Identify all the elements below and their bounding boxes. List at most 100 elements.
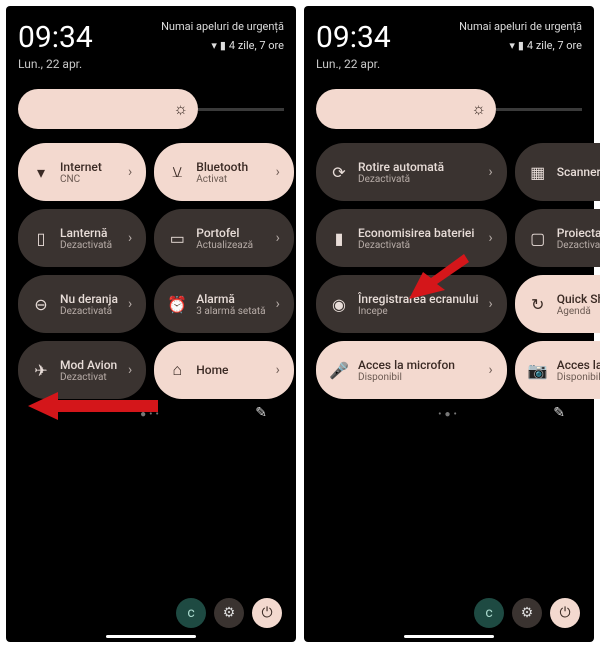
tile-title: Quick Share [557,292,600,306]
wifi-icon: ▾ [509,39,515,52]
tile-alarm[interactable]: ⏰Alarmă3 alarmă setată› [154,275,294,333]
power-button[interactable]: ⏻ [550,598,580,628]
dnd-icon: ⊖ [32,295,50,313]
settings-button[interactable]: ⚙ [512,598,542,628]
chevron-right-icon: › [489,362,493,378]
chevron-right-icon: › [489,164,493,180]
chevron-right-icon: › [276,230,280,246]
tile-cast[interactable]: ▢Proiectarea ecranuluiDezactivată› [515,209,600,267]
tile-subtitle: Agendă [557,306,600,317]
tile-scanner[interactable]: ▦Scanner de coduri› [515,143,600,201]
brightness-slider[interactable]: ☼ [316,89,582,129]
tile-subtitle: Dezactivat [60,372,118,383]
tile-subtitle: Dezactivată [358,174,479,185]
nav-handle[interactable] [106,635,196,638]
share-icon: ↻ [529,295,547,313]
chevron-right-icon: › [128,362,132,378]
tile-lantern[interactable]: ▯LanternăDezactivată› [18,209,146,267]
gear-icon: ⚙ [223,605,236,621]
swipe-arrow-annotation [28,388,158,424]
tile-quickshare[interactable]: ↻Quick ShareAgendă› [515,275,600,333]
tile-subtitle: CNC [60,174,118,185]
wallet-icon: ▭ [168,229,186,247]
status-bar: 09:34 Lun., 22 apr. Numai apeluri de urg… [316,20,582,71]
emergency-text: Numai apeluri de urgență [459,20,582,33]
brightness-icon: ☼ [471,99,486,119]
gear-icon: ⚙ [521,605,534,621]
tile-title: Internet [60,160,118,174]
date: Lun., 22 apr. [316,57,391,71]
tile-subtitle: Dezactivată [358,240,479,251]
tile-title: Portofel [196,226,265,240]
tap-arrow-annotation [409,254,469,304]
brightness-slider[interactable]: ☼ [18,89,284,129]
batt-icon: ▮ [330,229,348,247]
cam-icon: 📷 [529,361,547,379]
chevron-right-icon: › [276,362,280,378]
tile-dnd[interactable]: ⊖ Nu deranjaDezactivată › [18,275,146,333]
settings-button[interactable]: ⚙ [214,598,244,628]
phone-left: 09:34 Lun., 22 apr. Numai apeluri de urg… [6,6,296,642]
page-dots: •●• ✎ [316,409,582,420]
tile-title: Rotire automată [358,160,479,174]
tile-title: Bluetooth [196,160,265,174]
tile-title: Acces la microfon [358,358,479,372]
power-icon: ⏻ [559,605,570,621]
tile-internet[interactable]: ▾ InternetCNC › [18,143,146,201]
date: Lun., 22 apr. [18,57,93,71]
footer-buttons: c ⚙ ⏻ [474,598,580,628]
tile-title: Mod Avion [60,358,118,372]
tile-subtitle: Dezactivată [557,240,600,251]
tile-subtitle: Disponibil [358,372,479,383]
tile-title: Home [196,363,265,377]
clock: 09:34 [316,20,391,55]
footer-buttons: c ⚙ ⏻ [176,598,282,628]
tile-subtitle: 3 alarmă setată [196,306,265,317]
battery-text: 4 zile, 7 ore [229,39,284,52]
flash-icon: ▯ [32,229,50,247]
status-bar: 09:34 Lun., 22 apr. Numai apeluri de urg… [18,20,284,71]
tile-subtitle: Începe [358,306,479,317]
tile-wallet[interactable]: ▭ PortofelActualizează › [154,209,294,267]
tile-title: Scanner de coduri [557,165,600,179]
power-button[interactable]: ⏻ [252,598,282,628]
wifi-icon: ▾ [211,39,217,52]
tile-subtitle: Dezactivată [60,306,118,317]
brightness-icon: ☼ [173,99,188,119]
tile-title: Alarmă [196,292,265,306]
qr-icon: ▦ [529,163,547,181]
status-icons: ▾ ▮ 4 zile, 7 ore [459,39,582,52]
battery-text: 4 zile, 7 ore [527,39,582,52]
tile-title: Proiectarea ecranului [557,226,600,240]
plane-icon: ✈ [32,361,50,379]
tile-camera[interactable]: 📷Acces la camerăDisponibil› [515,341,600,399]
tile-mic[interactable]: 🎤 Acces la microfonDisponibil › [316,341,507,399]
tile-rotate[interactable]: ⟳Rotire automatăDezactivată› [316,143,507,201]
bt-icon: ⚺ [168,163,186,181]
nav-handle[interactable] [404,635,494,638]
chevron-right-icon: › [276,296,280,312]
edit-icon[interactable]: ✎ [553,405,568,421]
edit-icon[interactable]: ✎ [255,405,270,421]
tile-subtitle: Disponibil [557,372,600,383]
wifi-icon: ▾ [32,163,50,181]
tile-title: Nu deranja [60,292,118,306]
tile-bluetooth[interactable]: ⚺ BluetoothActivat › [154,143,294,201]
qs-tiles-page1: ▾ InternetCNC › ⚺ BluetoothActivat › ▯ Lanternă… [18,143,284,399]
user-button[interactable]: c [474,598,504,628]
chevron-right-icon: › [489,296,493,312]
tile-title: Lanternă [60,226,118,240]
user-button[interactable]: c [176,598,206,628]
chevron-right-icon: › [276,164,280,180]
battery-icon: ▮ [518,39,524,52]
mic-icon: 🎤 [330,361,348,379]
tile-subtitle: Actualizează [196,240,265,251]
record-icon: ◉ [330,295,348,313]
tile-subtitle: Dezactivată [60,240,118,251]
tile-title: Acces la cameră [557,358,600,372]
chevron-right-icon: › [128,164,132,180]
battery-icon: ▮ [220,39,226,52]
tile-home[interactable]: ⌂Home› [154,341,294,399]
chevron-right-icon: › [128,296,132,312]
tile-subtitle: Activat [196,174,265,185]
